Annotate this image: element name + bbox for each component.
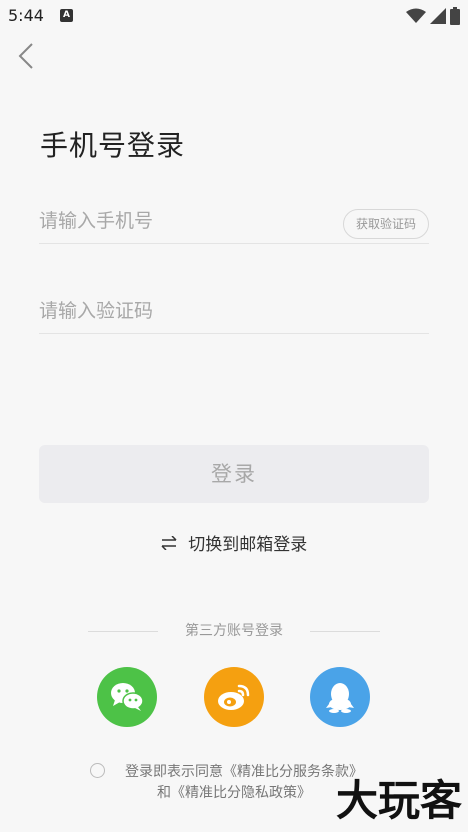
status-time: 5:44 <box>8 6 44 25</box>
get-code-button[interactable]: 获取验证码 <box>343 209 429 239</box>
wechat-login-button[interactable] <box>97 667 157 727</box>
status-bar: 5:44 A <box>0 0 468 32</box>
notification-a-icon: A <box>60 9 73 22</box>
third-party-label: 第三方账号登录 <box>185 623 283 639</box>
agreement-and: 和 <box>157 785 171 801</box>
switch-label: 切换到邮箱登录 <box>188 535 308 555</box>
back-button[interactable] <box>12 40 44 72</box>
third-party-divider: 第三方账号登录 <box>0 620 468 642</box>
switch-to-email-link[interactable]: 切换到邮箱登录 <box>0 530 468 556</box>
divider-line-right <box>310 631 380 632</box>
status-icons <box>406 6 460 26</box>
page-title: 手机号登录 <box>40 129 186 162</box>
divider-line-left <box>88 631 158 632</box>
code-field <box>39 290 429 334</box>
verification-code-input[interactable] <box>39 290 329 332</box>
cell-signal-icon <box>430 8 446 24</box>
swap-arrows-icon <box>161 535 177 550</box>
phone-input[interactable] <box>39 200 329 242</box>
chevron-left-icon <box>18 43 33 69</box>
qq-icon <box>326 683 354 713</box>
wifi-icon <box>406 8 426 23</box>
weibo-login-button[interactable] <box>204 667 264 727</box>
privacy-link[interactable]: 《精准比分隐私政策》 <box>171 785 311 801</box>
watermark-logo: 大玩客 <box>335 776 462 825</box>
login-button[interactable]: 登录 <box>39 445 429 503</box>
wechat-icon <box>111 683 144 711</box>
battery-icon <box>450 7 460 25</box>
weibo-icon <box>218 684 250 710</box>
agreement-prefix: 登录即表示同意 <box>125 764 223 780</box>
qq-login-button[interactable] <box>310 667 370 727</box>
agree-radio[interactable] <box>90 763 105 778</box>
phone-field: 获取验证码 <box>39 200 429 244</box>
